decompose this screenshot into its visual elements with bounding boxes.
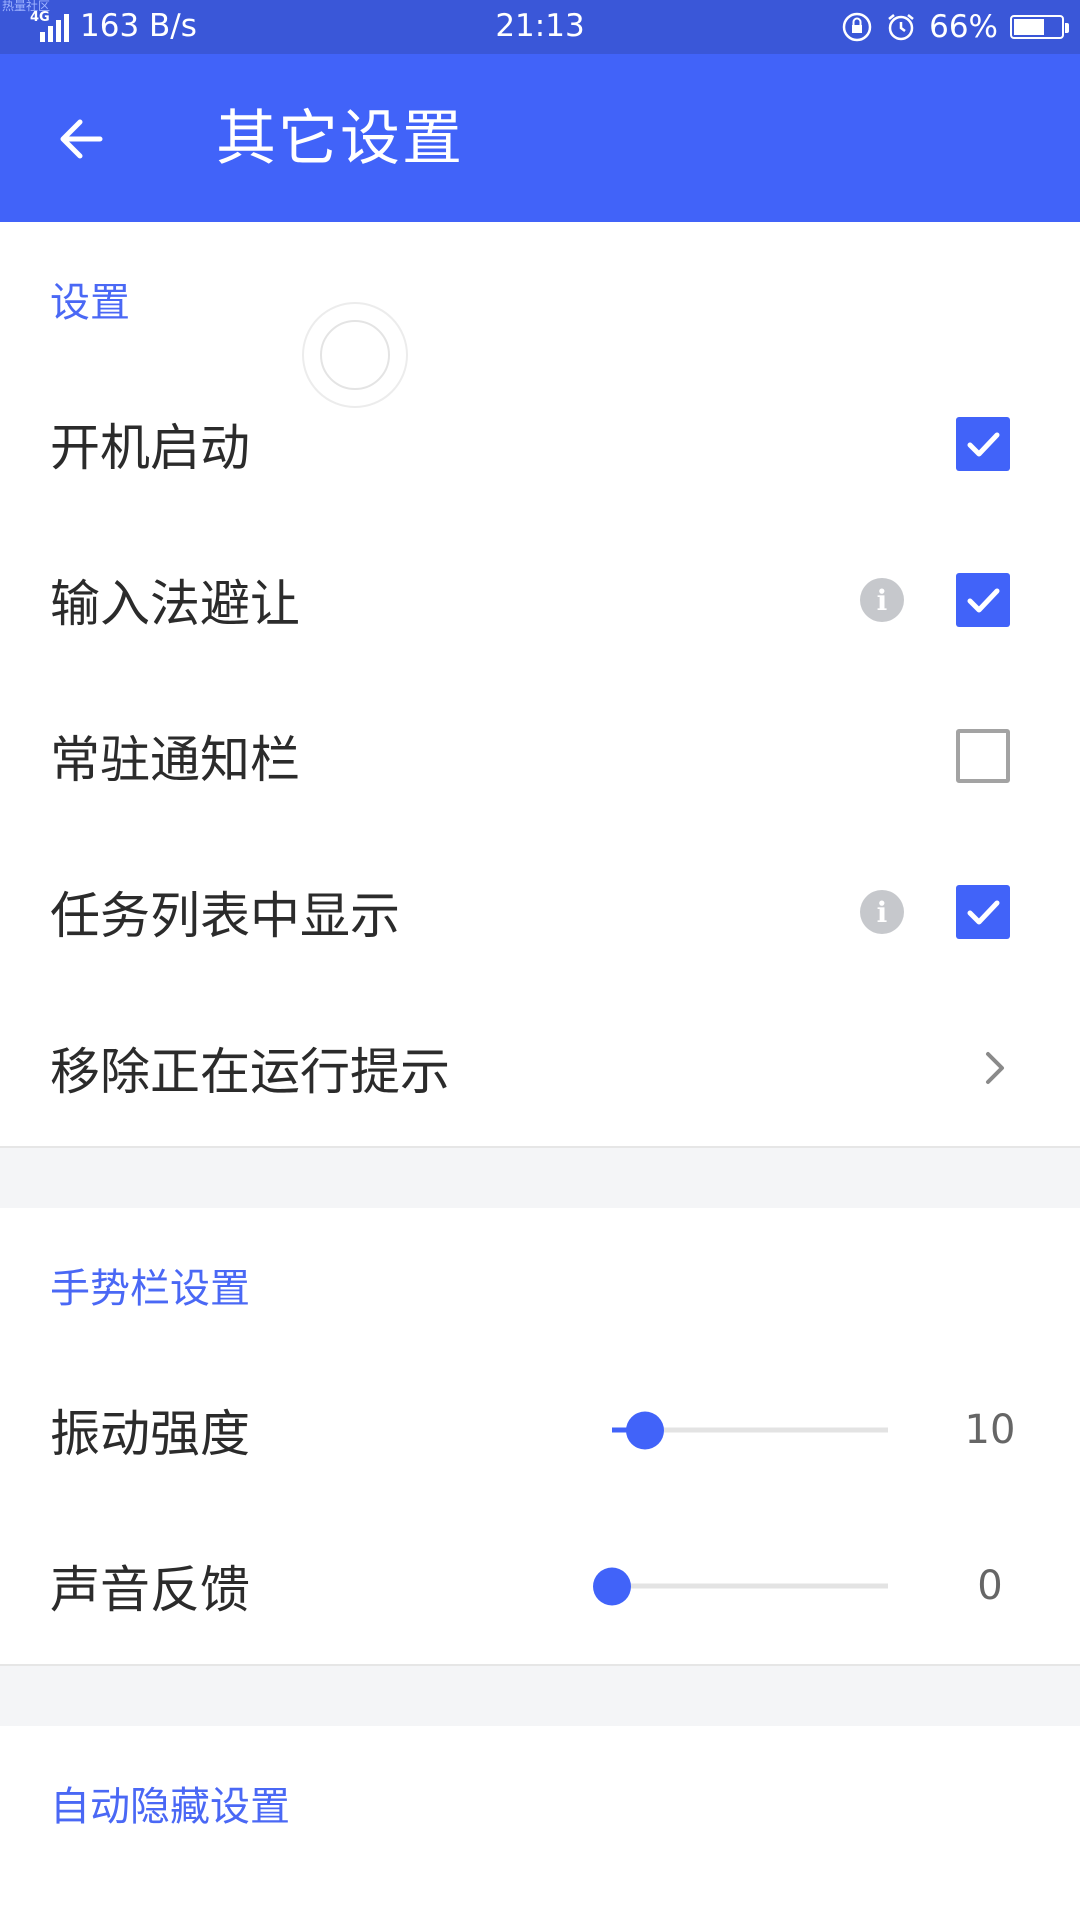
setting-label: 任务列表中显示 — [50, 887, 400, 945]
rotation-lock-icon — [842, 12, 872, 42]
sound-slider[interactable] — [593, 1567, 888, 1605]
battery-icon — [1010, 15, 1069, 39]
info-icon[interactable]: i — [860, 578, 904, 622]
section-divider — [0, 1664, 1080, 1726]
setting-label: 常驻通知栏 — [50, 731, 300, 789]
setting-row-autostart[interactable]: 开机启动 — [0, 366, 1080, 522]
setting-label: 输入法避让 — [50, 575, 300, 633]
alarm-icon — [888, 14, 914, 41]
status-icons: 66% — [841, 8, 1069, 46]
setting-row-show-in-tasks[interactable]: 任务列表中显示 i — [0, 834, 1080, 990]
checkbox-ime-avoid[interactable] — [956, 573, 1010, 627]
setting-row-persistent-notification[interactable]: 常驻通知栏 — [0, 678, 1080, 834]
section-header-settings: 设置 — [50, 280, 130, 326]
checkbox-autostart[interactable] — [956, 417, 1010, 471]
section-header-gesture: 手势栏设置 — [50, 1266, 250, 1312]
setting-label: 移除正在运行提示 — [50, 1043, 450, 1101]
back-button[interactable] — [46, 104, 116, 174]
slider-value: 0 — [977, 1563, 1003, 1609]
status-bar: 热量社区 4G 163 B/s 21:13 66% — [0, 0, 1080, 54]
setting-label: 声音反馈 — [50, 1561, 250, 1619]
slider-value: 10 — [964, 1407, 1016, 1453]
check-icon — [967, 900, 1000, 925]
setting-row-ime-avoid[interactable]: 输入法避让 i — [0, 522, 1080, 678]
setting-row-sound-feedback: 声音反馈 0 — [0, 1508, 1080, 1664]
vibration-slider[interactable] — [612, 1411, 888, 1449]
section-header-autohide: 自动隐藏设置 — [50, 1784, 290, 1830]
arrow-left-icon — [60, 119, 103, 159]
chevron-right-icon — [986, 1052, 1004, 1084]
slider-thumb[interactable] — [626, 1411, 665, 1449]
setting-row-remove-running-hint[interactable]: 移除正在运行提示 — [0, 990, 1080, 1146]
slider-thumb[interactable] — [593, 1567, 631, 1605]
check-icon — [967, 588, 1000, 613]
check-icon — [967, 432, 1000, 457]
checkbox-show-in-tasks[interactable] — [956, 885, 1010, 939]
section-divider — [0, 1146, 1080, 1208]
setting-label: 开机启动 — [50, 419, 250, 477]
battery-percent: 66% — [929, 9, 998, 45]
info-icon[interactable]: i — [860, 890, 904, 934]
setting-label: 振动强度 — [50, 1405, 250, 1463]
app-bar: 其它设置 — [0, 54, 1080, 222]
page-title: 其它设置 — [216, 104, 464, 174]
checkbox-persistent-notification[interactable] — [956, 729, 1010, 783]
setting-row-vibration-strength: 振动强度 10 — [0, 1352, 1080, 1508]
battery-fill — [1014, 19, 1045, 35]
